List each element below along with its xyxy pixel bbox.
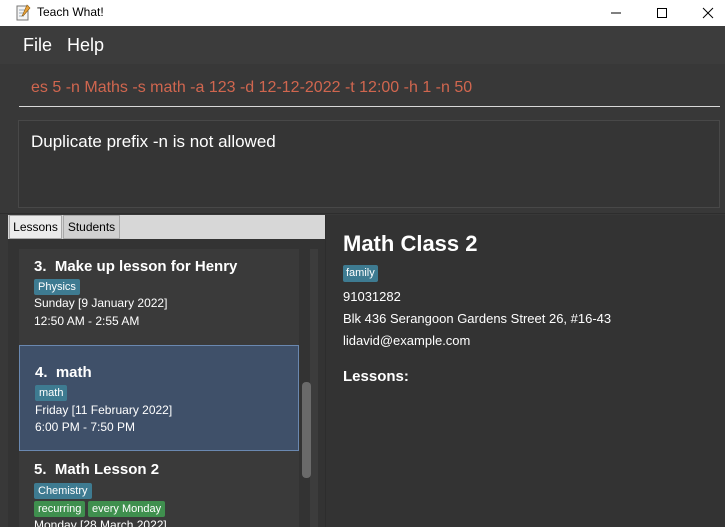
lesson-date: Monday [28 March 2022] <box>34 518 167 527</box>
minimize-icon <box>611 12 621 14</box>
lesson-tag: math <box>35 385 68 401</box>
result-display: Duplicate prefix -n is not allowed <box>18 120 720 208</box>
lesson-tag: Chemistry <box>34 483 92 499</box>
maximize-icon <box>657 8 667 18</box>
notepad-app-icon <box>16 4 31 21</box>
window-title: Teach What! <box>37 5 104 19</box>
lesson-tag: Physics <box>34 279 80 295</box>
command-input[interactable]: es 5 -n Maths -s math -a 123 -d 12-12-20… <box>19 69 720 107</box>
lesson-tag-recurring: recurring <box>34 501 86 517</box>
menu-file[interactable]: File <box>23 35 52 56</box>
list-scrollbar-track[interactable] <box>310 249 318 527</box>
lesson-card-5[interactable]: 5. Math Lesson 2 Chemistry recurring eve… <box>19 452 299 527</box>
divider <box>0 213 725 214</box>
lesson-list[interactable]: 3. Make up lesson for Henry Physics Sund… <box>19 249 299 527</box>
command-text: es 5 -n Maths -s math -a 123 -d 12-12-20… <box>31 79 473 96</box>
lesson-title: 5. Math Lesson 2 <box>34 461 160 478</box>
lesson-time: 6:00 PM - 7:50 PM <box>35 420 136 434</box>
lesson-card-4[interactable]: 4. math math Friday [11 February 2022] 6… <box>19 345 299 451</box>
list-scrollbar-thumb[interactable] <box>302 382 311 478</box>
lesson-tag-frequency: every Monday <box>88 501 166 517</box>
detail-title: Math Class 2 <box>343 231 478 256</box>
tab-lessons[interactable]: Lessons <box>9 215 62 239</box>
menu-bar: File Help <box>0 26 725 64</box>
detail-phone: 91031282 <box>343 289 401 304</box>
lesson-title: 4. math <box>35 364 92 381</box>
detail-address: Blk 436 Serangoon Gardens Street 26, #16… <box>343 311 612 326</box>
detail-lessons-heading: Lessons: <box>343 368 409 385</box>
tab-students[interactable]: Students <box>63 215 120 239</box>
lesson-time: 12:50 AM - 2:55 AM <box>34 314 140 328</box>
close-icon <box>702 7 714 19</box>
lesson-date: Friday [11 February 2022] <box>35 403 173 417</box>
detail-tag: family <box>343 265 378 282</box>
maximize-button[interactable] <box>639 0 685 26</box>
menu-help[interactable]: Help <box>67 35 104 56</box>
close-button[interactable] <box>685 0 725 26</box>
lesson-date: Sunday [9 January 2022] <box>34 296 168 310</box>
detail-email: lidavid@example.com <box>343 333 471 348</box>
detail-panel: Math Class 2 family 91031282 Blk 436 Ser… <box>325 215 725 527</box>
window-titlebar: Teach What! <box>0 0 725 26</box>
lesson-card-3[interactable]: 3. Make up lesson for Henry Physics Sund… <box>19 249 299 344</box>
result-message: Duplicate prefix -n is not allowed <box>31 132 276 151</box>
lesson-title: 3. Make up lesson for Henry <box>34 258 238 275</box>
list-panel: Lessons Students 3. Make up lesson for H… <box>8 215 325 527</box>
tab-bar: Lessons Students <box>8 215 325 239</box>
minimize-button[interactable] <box>593 0 639 26</box>
